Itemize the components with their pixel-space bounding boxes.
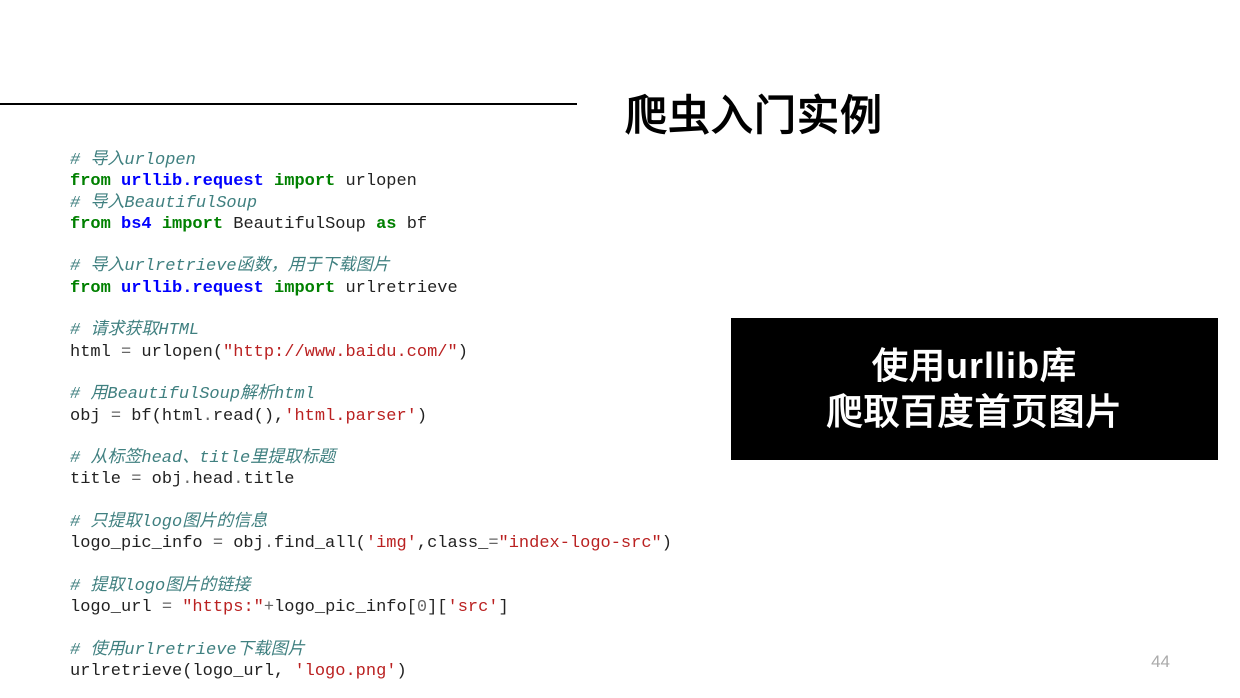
slide-title: 爬虫入门实例 <box>625 82 883 143</box>
space <box>284 662 294 681</box>
op-eq: = <box>131 470 141 489</box>
op-eq: = <box>488 534 498 553</box>
op-plus: + <box>264 598 274 617</box>
kw-import: import <box>274 172 335 191</box>
paren: ) <box>662 534 672 553</box>
mod: bs4 <box>121 215 152 234</box>
bracket: ][ <box>427 598 447 617</box>
ident: urlopen <box>345 172 416 191</box>
op-eq: = <box>111 407 121 426</box>
op-eq: = <box>121 343 131 362</box>
ident: logo_pic_info <box>70 534 203 553</box>
side-caption-box: 使用urllib库 爬取百度首页图片 <box>731 318 1218 460</box>
ident: title <box>70 470 121 489</box>
code-comment: # 导入urlopen <box>70 151 196 170</box>
str: "http://www.baidu.com/" <box>223 343 458 362</box>
fn-call: find_all( <box>274 534 366 553</box>
paren: ) <box>417 407 427 426</box>
str: "index-logo-src" <box>499 534 662 553</box>
kw-import: import <box>162 215 223 234</box>
kw-as: as <box>376 215 396 234</box>
kw-from: from <box>70 279 111 298</box>
kw-from: from <box>70 172 111 191</box>
ident: bf <box>407 215 427 234</box>
dot: . <box>182 470 192 489</box>
ident: BeautifulSoup <box>233 215 366 234</box>
code-comment: # 提取logo图片的链接 <box>70 577 250 596</box>
code-comment: # 用BeautifulSoup解析html <box>70 385 315 404</box>
code-comment: # 请求获取HTML <box>70 321 199 340</box>
ident: read(), <box>213 407 284 426</box>
str: 'logo.png' <box>294 662 396 681</box>
code-comment: # 导入urlretrieve函数，用于下载图片 <box>70 257 390 276</box>
side-caption-line2: 爬取百度首页图片 <box>826 389 1122 435</box>
attr: head <box>192 470 233 489</box>
fn-call: urlopen( <box>141 343 223 362</box>
paren: ) <box>458 343 468 362</box>
str: 'img' <box>366 534 417 553</box>
ident: obj <box>152 470 183 489</box>
code-comment: # 只提取logo图片的信息 <box>70 513 267 532</box>
mod: urllib.request <box>121 172 264 191</box>
code-comment: # 导入BeautifulSoup <box>70 194 257 213</box>
horizontal-divider <box>0 103 577 105</box>
side-caption-line1: 使用urllib库 <box>872 343 1077 389</box>
ident: html <box>70 343 111 362</box>
code-block: # 导入urlopen from urllib.request import u… <box>70 150 672 682</box>
dot: . <box>233 470 243 489</box>
code-comment: # 使用urlretrieve下载图片 <box>70 641 305 660</box>
kw-import: import <box>274 279 335 298</box>
str: 'src' <box>448 598 499 617</box>
fn-call: bf(html <box>131 407 202 426</box>
attr: title <box>243 470 294 489</box>
op-eq: = <box>213 534 223 553</box>
ident: obj <box>233 534 264 553</box>
paren: ) <box>396 662 406 681</box>
op-eq: = <box>162 598 172 617</box>
ident: logo_url <box>70 598 152 617</box>
bracket: ] <box>499 598 509 617</box>
mod: urllib.request <box>121 279 264 298</box>
ident: obj <box>70 407 101 426</box>
num: 0 <box>417 598 427 617</box>
str: 'html.parser' <box>284 407 417 426</box>
fn-call: urlretrieve(logo_url, <box>70 662 284 681</box>
ident: ,class_ <box>417 534 488 553</box>
page-number: 44 <box>1151 652 1170 672</box>
ident: urlretrieve <box>345 279 457 298</box>
kw-from: from <box>70 215 111 234</box>
str: "https:" <box>182 598 264 617</box>
ident: logo_pic_info[ <box>274 598 417 617</box>
dot: . <box>264 534 274 553</box>
code-comment: # 从标签head、title里提取标题 <box>70 449 335 468</box>
dot: . <box>203 407 213 426</box>
